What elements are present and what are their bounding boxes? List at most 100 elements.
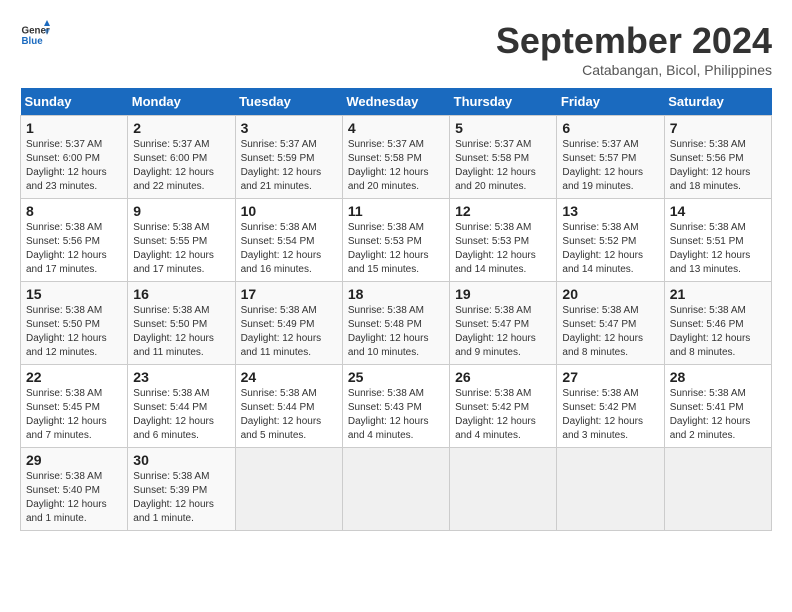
- calendar-cell: 8 Sunrise: 5:38 AM Sunset: 5:56 PM Daylig…: [21, 199, 128, 282]
- day-number: 23: [133, 369, 229, 385]
- weekday-header-tuesday: Tuesday: [235, 88, 342, 116]
- day-number: 30: [133, 452, 229, 468]
- day-number: 12: [455, 203, 551, 219]
- day-info: Sunrise: 5:38 AM Sunset: 5:54 PM Dayligh…: [241, 221, 337, 277]
- calendar-cell: 10 Sunrise: 5:38 AM Sunset: 5:54 PM Dayli…: [235, 199, 342, 282]
- day-info: Sunrise: 5:37 AM Sunset: 5:58 PM Dayligh…: [455, 138, 551, 194]
- calendar-cell: 7Sunrise: 5:38 AM Sunset: 5:56 PM Daylig…: [664, 116, 771, 199]
- calendar-week-1: 1Sunrise: 5:37 AM Sunset: 6:00 PM Daylig…: [21, 116, 772, 199]
- day-info: Sunrise: 5:37 AM Sunset: 5:57 PM Dayligh…: [562, 138, 658, 194]
- calendar-cell: 12 Sunrise: 5:38 AM Sunset: 5:53 PM Dayli…: [450, 199, 557, 282]
- weekday-header-monday: Monday: [128, 88, 235, 116]
- weekday-header-row: SundayMondayTuesdayWednesdayThursdayFrid…: [21, 88, 772, 116]
- calendar-cell: 29 Sunrise: 5:38 AM Sunset: 5:40 PM Dayli…: [21, 448, 128, 531]
- day-info: Sunrise: 5:38 AM Sunset: 5:40 PM Dayligh…: [26, 470, 122, 526]
- day-number: 5: [455, 120, 551, 136]
- day-number: 14: [670, 203, 766, 219]
- header: General Blue September 2024 Catabangan, …: [20, 20, 772, 78]
- calendar-cell: [342, 448, 449, 531]
- day-info: Sunrise: 5:38 AM Sunset: 5:53 PM Dayligh…: [455, 221, 551, 277]
- day-info: Sunrise: 5:38 AM Sunset: 5:42 PM Dayligh…: [562, 387, 658, 443]
- day-number: 19: [455, 286, 551, 302]
- day-number: 3: [241, 120, 337, 136]
- day-info: Sunrise: 5:37 AM Sunset: 5:59 PM Dayligh…: [241, 138, 337, 194]
- calendar-cell: 30 Sunrise: 5:38 AM Sunset: 5:39 PM Dayli…: [128, 448, 235, 531]
- svg-text:Blue: Blue: [22, 36, 44, 47]
- day-info: Sunrise: 5:38 AM Sunset: 5:55 PM Dayligh…: [133, 221, 229, 277]
- day-number: 21: [670, 286, 766, 302]
- day-info: Sunrise: 5:38 AM Sunset: 5:44 PM Dayligh…: [133, 387, 229, 443]
- day-number: 4: [348, 120, 444, 136]
- calendar-week-3: 15 Sunrise: 5:38 AM Sunset: 5:50 PM Dayli…: [21, 282, 772, 365]
- calendar-cell: 23 Sunrise: 5:38 AM Sunset: 5:44 PM Dayli…: [128, 365, 235, 448]
- day-number: 8: [26, 203, 122, 219]
- weekday-header-friday: Friday: [557, 88, 664, 116]
- day-info: Sunrise: 5:38 AM Sunset: 5:53 PM Dayligh…: [348, 221, 444, 277]
- day-number: 25: [348, 369, 444, 385]
- calendar-cell: 4 Sunrise: 5:37 AM Sunset: 5:58 PM Daylig…: [342, 116, 449, 199]
- day-info: Sunrise: 5:38 AM Sunset: 5:50 PM Dayligh…: [133, 304, 229, 360]
- calendar-week-2: 8 Sunrise: 5:38 AM Sunset: 5:56 PM Daylig…: [21, 199, 772, 282]
- calendar-cell: [235, 448, 342, 531]
- calendar-cell: 24 Sunrise: 5:38 AM Sunset: 5:44 PM Dayli…: [235, 365, 342, 448]
- calendar-body: 1Sunrise: 5:37 AM Sunset: 6:00 PM Daylig…: [21, 116, 772, 531]
- day-info: Sunrise: 5:38 AM Sunset: 5:46 PM Dayligh…: [670, 304, 766, 360]
- day-number: 27: [562, 369, 658, 385]
- calendar-cell: 18 Sunrise: 5:38 AM Sunset: 5:48 PM Dayli…: [342, 282, 449, 365]
- day-number: 26: [455, 369, 551, 385]
- weekday-header-wednesday: Wednesday: [342, 88, 449, 116]
- calendar-cell: 25 Sunrise: 5:38 AM Sunset: 5:43 PM Dayli…: [342, 365, 449, 448]
- day-number: 18: [348, 286, 444, 302]
- day-info: Sunrise: 5:38 AM Sunset: 5:41 PM Dayligh…: [670, 387, 766, 443]
- day-number: 22: [26, 369, 122, 385]
- calendar-cell: [450, 448, 557, 531]
- logo-icon: General Blue: [20, 20, 50, 50]
- location-subtitle: Catabangan, Bicol, Philippines: [496, 62, 772, 78]
- day-info: Sunrise: 5:37 AM Sunset: 5:58 PM Dayligh…: [348, 138, 444, 194]
- calendar-cell: 17Sunrise: 5:38 AM Sunset: 5:49 PM Dayli…: [235, 282, 342, 365]
- calendar-cell: 20 Sunrise: 5:38 AM Sunset: 5:47 PM Dayli…: [557, 282, 664, 365]
- day-number: 10: [241, 203, 337, 219]
- day-info: Sunrise: 5:37 AM Sunset: 6:00 PM Dayligh…: [133, 138, 229, 194]
- calendar-cell: [557, 448, 664, 531]
- calendar-cell: 2 Sunrise: 5:37 AM Sunset: 6:00 PM Daylig…: [128, 116, 235, 199]
- calendar-cell: 11 Sunrise: 5:38 AM Sunset: 5:53 PM Dayli…: [342, 199, 449, 282]
- calendar-week-4: 22Sunrise: 5:38 AM Sunset: 5:45 PM Dayli…: [21, 365, 772, 448]
- calendar-cell: 3 Sunrise: 5:37 AM Sunset: 5:59 PM Daylig…: [235, 116, 342, 199]
- calendar-cell: 19 Sunrise: 5:38 AM Sunset: 5:47 PM Dayli…: [450, 282, 557, 365]
- day-number: 6: [562, 120, 658, 136]
- calendar-header: SundayMondayTuesdayWednesdayThursdayFrid…: [21, 88, 772, 116]
- calendar-cell: 26Sunrise: 5:38 AM Sunset: 5:42 PM Dayli…: [450, 365, 557, 448]
- day-info: Sunrise: 5:38 AM Sunset: 5:43 PM Dayligh…: [348, 387, 444, 443]
- day-number: 11: [348, 203, 444, 219]
- day-info: Sunrise: 5:38 AM Sunset: 5:48 PM Dayligh…: [348, 304, 444, 360]
- day-info: Sunrise: 5:38 AM Sunset: 5:56 PM Dayligh…: [670, 138, 766, 194]
- calendar-cell: 15 Sunrise: 5:38 AM Sunset: 5:50 PM Dayli…: [21, 282, 128, 365]
- day-info: Sunrise: 5:38 AM Sunset: 5:50 PM Dayligh…: [26, 304, 122, 360]
- day-number: 20: [562, 286, 658, 302]
- calendar-cell: 28 Sunrise: 5:38 AM Sunset: 5:41 PM Dayli…: [664, 365, 771, 448]
- month-year-title: September 2024: [496, 20, 772, 62]
- day-info: Sunrise: 5:38 AM Sunset: 5:47 PM Dayligh…: [562, 304, 658, 360]
- day-number: 2: [133, 120, 229, 136]
- day-info: Sunrise: 5:38 AM Sunset: 5:39 PM Dayligh…: [133, 470, 229, 526]
- logo: General Blue: [20, 20, 50, 50]
- day-info: Sunrise: 5:37 AM Sunset: 6:00 PM Dayligh…: [26, 138, 122, 194]
- calendar-cell: 22Sunrise: 5:38 AM Sunset: 5:45 PM Dayli…: [21, 365, 128, 448]
- calendar-cell: 1Sunrise: 5:37 AM Sunset: 6:00 PM Daylig…: [21, 116, 128, 199]
- day-info: Sunrise: 5:38 AM Sunset: 5:47 PM Dayligh…: [455, 304, 551, 360]
- day-info: Sunrise: 5:38 AM Sunset: 5:49 PM Dayligh…: [241, 304, 337, 360]
- day-number: 24: [241, 369, 337, 385]
- day-number: 28: [670, 369, 766, 385]
- day-info: Sunrise: 5:38 AM Sunset: 5:56 PM Dayligh…: [26, 221, 122, 277]
- calendar-cell: 27 Sunrise: 5:38 AM Sunset: 5:42 PM Dayli…: [557, 365, 664, 448]
- day-info: Sunrise: 5:38 AM Sunset: 5:51 PM Dayligh…: [670, 221, 766, 277]
- calendar-week-5: 29 Sunrise: 5:38 AM Sunset: 5:40 PM Dayli…: [21, 448, 772, 531]
- calendar-cell: 9Sunrise: 5:38 AM Sunset: 5:55 PM Daylig…: [128, 199, 235, 282]
- calendar-cell: 16Sunrise: 5:38 AM Sunset: 5:50 PM Dayli…: [128, 282, 235, 365]
- day-number: 15: [26, 286, 122, 302]
- day-info: Sunrise: 5:38 AM Sunset: 5:44 PM Dayligh…: [241, 387, 337, 443]
- weekday-header-sunday: Sunday: [21, 88, 128, 116]
- day-number: 29: [26, 452, 122, 468]
- day-number: 13: [562, 203, 658, 219]
